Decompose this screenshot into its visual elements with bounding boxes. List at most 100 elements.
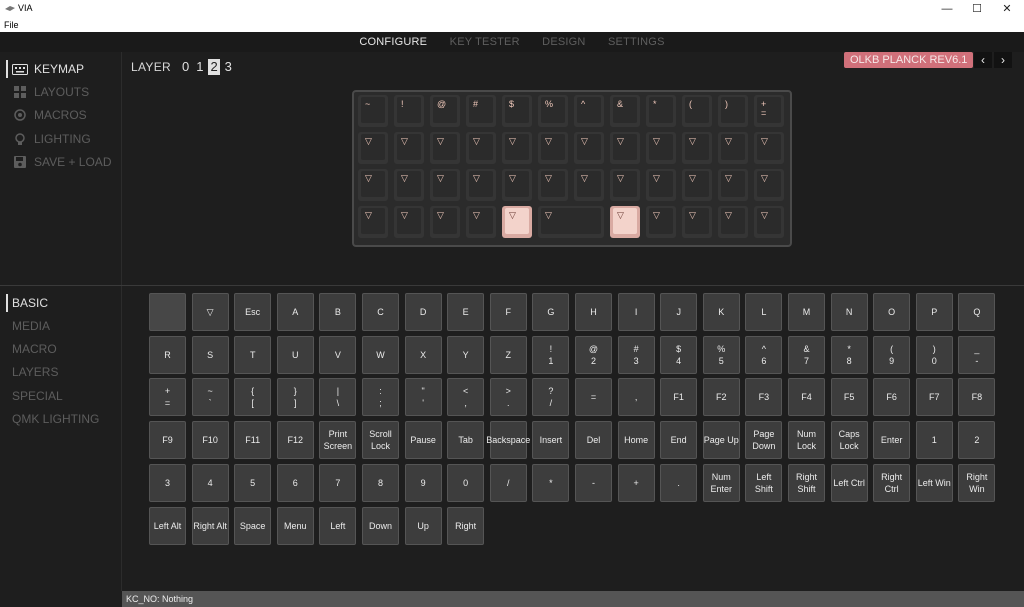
keycode-button[interactable]: W <box>362 335 399 374</box>
keyboard-key[interactable]: ▽ <box>394 169 424 201</box>
keycode-button[interactable]: 2 <box>958 421 996 460</box>
keyboard-key[interactable]: * <box>646 95 676 127</box>
keycode-button[interactable]: Home <box>617 421 655 460</box>
keycode-button[interactable]: X <box>404 335 442 374</box>
keycode-button[interactable] <box>149 293 186 331</box>
keycode-button[interactable]: Z <box>489 335 527 374</box>
keyboard-key[interactable]: ▽ <box>610 132 640 164</box>
keycode-button[interactable]: G <box>532 293 570 331</box>
keyboard-key[interactable]: ▽ <box>466 169 496 201</box>
keyboard-key[interactable]: ( <box>682 95 712 127</box>
keycode-button[interactable]: F1 <box>660 378 698 417</box>
keyboard-key[interactable]: ▽ <box>538 132 568 164</box>
keycode-button[interactable]: Enter <box>873 421 911 460</box>
keycode-button[interactable]: F11 <box>234 421 272 460</box>
layer-3-button[interactable]: 3 <box>223 59 234 75</box>
keycode-button[interactable]: End <box>660 421 698 460</box>
keyboard-key[interactable]: # <box>466 95 496 127</box>
keycode-button[interactable]: # 3 <box>617 335 655 374</box>
keyboard-key[interactable]: ▽ <box>538 206 604 238</box>
minimize-button[interactable]: — <box>930 0 964 18</box>
keycode-button[interactable]: O <box>873 293 911 331</box>
keycode-button[interactable]: Right Alt <box>191 506 229 545</box>
keycode-button[interactable]: Num Lock <box>788 421 825 460</box>
maximize-button[interactable]: ☐ <box>960 0 994 18</box>
keycode-button[interactable]: 9 <box>404 463 442 502</box>
layer-0-button[interactable]: 0 <box>180 59 191 75</box>
menu-file[interactable]: File <box>4 20 19 30</box>
sidebar-item-macros[interactable]: MACROS <box>12 106 87 124</box>
keycode-button[interactable]: ? / <box>532 378 570 417</box>
keycode-button[interactable]: Pause <box>404 421 442 460</box>
keyboard-key[interactable]: ▽ <box>430 206 460 238</box>
keyboard-key[interactable]: & <box>610 95 640 127</box>
keycode-button[interactable]: Left Shift <box>745 463 783 502</box>
sidebar-item-lighting[interactable]: LIGHTING <box>12 130 91 148</box>
keycode-button[interactable]: Scroll Lock <box>362 421 399 460</box>
keycode-button[interactable]: Caps Lock <box>830 421 868 460</box>
tab-settings[interactable]: SETTINGS <box>608 32 665 52</box>
keycode-button[interactable]: Space <box>234 506 272 545</box>
keyboard-key[interactable]: ▽ <box>754 169 784 201</box>
keycode-button[interactable]: 3 <box>149 463 186 502</box>
keyboard-key[interactable]: ▽ <box>718 169 748 201</box>
keycode-button[interactable]: & 7 <box>788 335 825 374</box>
keycode-button[interactable]: F9 <box>149 421 186 460</box>
keyboard-key[interactable]: ▽ <box>430 169 460 201</box>
keycode-button[interactable]: { [ <box>234 378 272 417</box>
keycode-button[interactable]: ~ ` <box>191 378 229 417</box>
keyboard-key[interactable]: ▽ <box>466 132 496 164</box>
keycode-button[interactable]: 6 <box>276 463 314 502</box>
keycode-button[interactable]: Del <box>575 421 612 460</box>
keyboard-key[interactable]: ▽ <box>610 206 640 238</box>
keycode-button[interactable]: Down <box>362 506 399 545</box>
keyboard-key[interactable]: ▽ <box>502 132 532 164</box>
keycode-button[interactable]: | \ <box>319 378 357 417</box>
keyboard-key[interactable]: @ <box>430 95 460 127</box>
keycode-button[interactable]: R <box>149 335 186 374</box>
keycode-button[interactable]: T <box>234 335 272 374</box>
keyboard-key[interactable]: ▽ <box>610 169 640 201</box>
keycode-button[interactable]: F6 <box>873 378 911 417</box>
keycode-button[interactable]: - <box>575 463 612 502</box>
keycode-button[interactable]: 5 <box>234 463 272 502</box>
keycode-button[interactable]: A <box>276 293 314 331</box>
keycode-button[interactable]: K <box>702 293 740 331</box>
keycode-button[interactable]: Y <box>447 335 485 374</box>
keyboard-key[interactable]: % <box>538 95 568 127</box>
keyboard-key[interactable]: $ <box>502 95 532 127</box>
keycode-button[interactable]: S <box>191 335 229 374</box>
keycode-button[interactable]: ) 0 <box>915 335 953 374</box>
keycode-button[interactable]: % 5 <box>702 335 740 374</box>
keycode-button[interactable]: B <box>319 293 357 331</box>
keyboard-key[interactable]: ▽ <box>718 206 748 238</box>
layer-2-button[interactable]: 2 <box>208 59 220 75</box>
keycode-button[interactable]: N <box>830 293 868 331</box>
sidebar-item-media[interactable]: MEDIA <box>12 317 50 335</box>
prev-device-button[interactable]: ‹ <box>974 52 992 68</box>
keyboard-key[interactable]: ▽ <box>646 169 676 201</box>
keycode-button[interactable]: H <box>575 293 612 331</box>
sidebar-item-qmk-lighting[interactable]: QMK LIGHTING <box>12 410 99 428</box>
keycode-button[interactable]: Page Down <box>745 421 783 460</box>
keycode-button[interactable]: Left Win <box>915 463 953 502</box>
keycode-button[interactable]: F10 <box>191 421 229 460</box>
keyboard-key[interactable]: ▽ <box>538 169 568 201</box>
keyboard-key[interactable]: ) <box>718 95 748 127</box>
keyboard-key[interactable]: ▽ <box>394 206 424 238</box>
keycode-button[interactable]: ! 1 <box>532 335 570 374</box>
keycode-button[interactable]: 7 <box>319 463 357 502</box>
keycode-button[interactable]: * <box>532 463 570 502</box>
keycode-button[interactable]: I <box>617 293 655 331</box>
keycode-button[interactable]: , <box>617 378 655 417</box>
keycode-button[interactable]: = <box>575 378 612 417</box>
keycode-button[interactable]: J <box>660 293 698 331</box>
keycode-button[interactable]: Page Up <box>702 421 740 460</box>
keyboard-key[interactable]: ▽ <box>358 206 388 238</box>
tab-configure[interactable]: CONFIGURE <box>359 32 427 52</box>
keycode-button[interactable]: 8 <box>362 463 399 502</box>
keycode-button[interactable]: + = <box>149 378 186 417</box>
keycode-button[interactable]: > . <box>489 378 527 417</box>
keycode-button[interactable]: Q <box>958 293 996 331</box>
keycode-button[interactable]: F3 <box>745 378 783 417</box>
